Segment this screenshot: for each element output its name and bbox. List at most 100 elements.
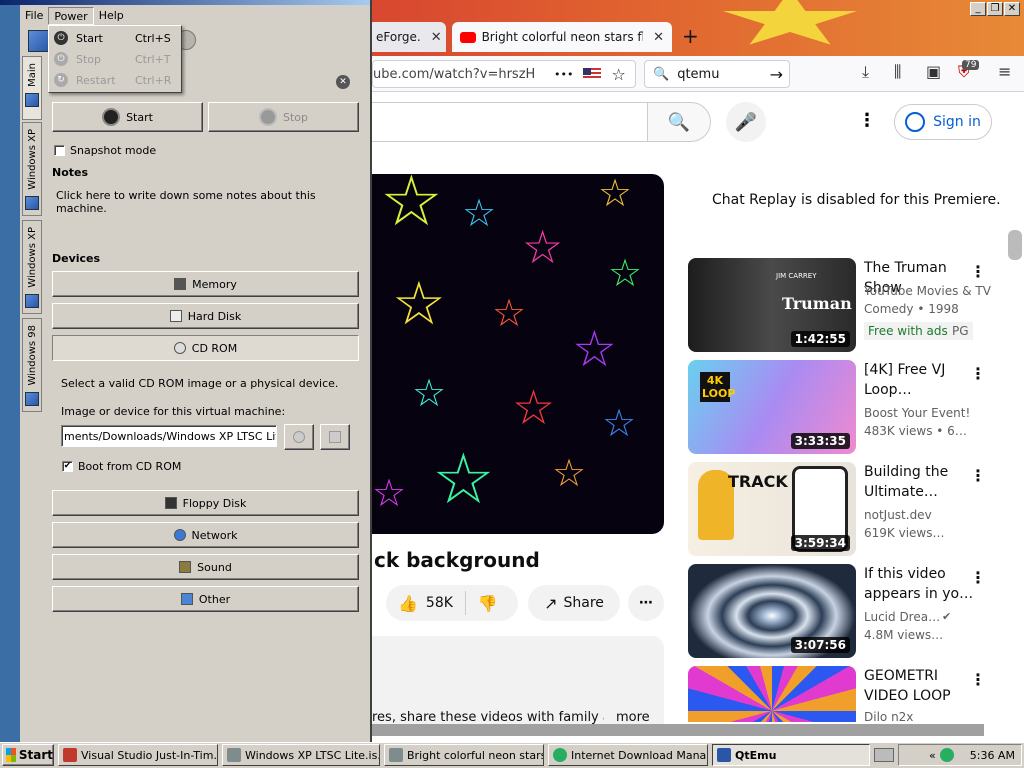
start-button[interactable]: Start [52,102,203,132]
recommendation-thumbnail[interactable]: 4K LOOP 3:33:35 [688,360,856,454]
tab-windows-98[interactable]: Windows 98 [22,318,42,412]
video-player[interactable]: ☆ ☆ ☆ ☆ ☆ ☆ ☆ ☆ ☆ ☆ ☆ ☆ ☆ ☆ [372,174,664,534]
close-window-button[interactable]: ✕ [1004,2,1020,16]
recommendation-title[interactable]: If this video appears in yo… [864,564,980,604]
help-menu[interactable]: Help [94,7,129,25]
tab-windows-xp[interactable]: Windows XP [22,122,42,216]
taskbar-item[interactable]: Bright colorful neon stars… [384,744,544,766]
boot-from-cd-checkbox[interactable]: ✔ Boot from CD ROM [62,460,181,473]
recommendation-title[interactable]: GEOMETRI VIDEO LOOP [864,666,980,706]
flag-icon [583,68,602,80]
tab-windows-xp-2[interactable]: Windows XP [22,220,42,314]
close-tab-icon[interactable]: ✕ [431,30,442,45]
notes-text[interactable]: Click here to write down some notes abou… [56,189,356,215]
power-menu[interactable]: Power [48,7,94,25]
network-tray-icon[interactable] [939,748,954,762]
app-icon [553,748,567,762]
recommendation-thumbnail[interactable] [688,666,856,722]
microphone-icon[interactable]: 🎤 [726,102,766,142]
app-icon [227,748,241,762]
sign-in-button[interactable]: Sign in [894,104,992,140]
computer-icon[interactable] [28,30,50,52]
like-count[interactable]: 58K [426,595,453,611]
more-actions-button[interactable]: ⋯ [628,585,664,621]
bookmark-star-icon[interactable]: ☆ [611,65,625,84]
close-tab-icon[interactable]: ✕ [336,75,350,89]
more-options-icon[interactable]: ⋮ [970,568,986,587]
stop-button[interactable]: Stop [208,102,359,132]
power-menu-restart[interactable]: ↻ Restart Ctrl+R [49,70,181,90]
cd-icon [293,431,305,443]
cd-path-input[interactable]: ments/Downloads/Windows XP LTSC Lite.iso [61,425,277,447]
checkbox-box[interactable] [54,145,65,156]
tab-main[interactable]: Main [22,56,42,120]
taskbar-item[interactable]: Internet Download Mana… [548,744,708,766]
memory-icon [174,278,187,290]
qtemu-title-bar[interactable] [0,0,370,5]
go-arrow-icon[interactable]: → [770,65,783,84]
cd-icon [173,342,186,354]
recommendation-thumbnail[interactable]: JIM CARREY Truman 1:42:55 [688,258,856,352]
taskbar-item[interactable]: Visual Studio Just-In-Tim… [58,744,218,766]
library-icon[interactable]: ⫼ [894,62,901,82]
browser-tab-active[interactable]: Bright colorful neon stars flying in ✕ [452,22,672,52]
recommendation-thumbnail[interactable]: 3:07:56 [688,564,856,658]
verified-icon: ✔ [942,610,952,623]
thumbs-up-icon[interactable]: 👍 [398,594,418,613]
hard-disk-button[interactable]: Hard Disk [52,303,359,329]
sidebar-icon[interactable]: ▣ [926,62,941,81]
page-scrollbar[interactable] [1008,230,1022,260]
share-button[interactable]: ↗ Share [528,585,620,621]
memory-button[interactable]: Memory [52,271,359,297]
new-tab-button[interactable]: + [682,24,699,48]
more-options-icon[interactable]: ⋮ [970,262,986,281]
checkbox-box[interactable]: ✔ [62,461,73,472]
more-link[interactable]: more [616,710,650,725]
tray-expand-icon[interactable]: « [929,749,936,762]
file-menu[interactable]: File [20,7,48,25]
windows-logo-icon [6,748,16,762]
network-button[interactable]: Network [52,522,359,548]
keyboard-icon[interactable] [874,748,894,762]
downloads-icon[interactable]: ⤓ [862,62,869,82]
more-options-icon[interactable]: ⋮ [858,110,876,131]
youtube-search-button[interactable]: 🔍 [647,102,711,142]
cd-rom-button[interactable]: CD ROM [52,335,359,361]
browser-tab[interactable]: eForge. ✕ [368,22,446,52]
machine-tabs: Main Windows XP Windows XP Windows 98 [22,56,44,736]
flag-star-decoration [722,0,858,45]
recommendation-title[interactable]: Building the Ultimate… [864,462,980,502]
snapshot-mode-checkbox[interactable]: Snapshot mode [54,144,156,157]
start-menu-button[interactable]: Start [2,744,54,766]
minimize-button[interactable]: _ [970,2,986,16]
menu-icon[interactable]: ≡ [998,62,1011,81]
recommendation-title[interactable]: [4K] Free VJ Loop… [864,360,980,400]
horizontal-scrollbar[interactable] [372,724,984,736]
power-menu-stop[interactable]: ⏻ Stop Ctrl+T [49,49,181,69]
maximize-button[interactable]: ❐ [987,2,1003,16]
recommendation-channel: Dilo n2x [864,710,914,722]
recommendation-thumbnail[interactable]: TRACK 3:59:34 [688,462,856,556]
close-tab-icon[interactable]: ✕ [653,30,664,45]
sound-button[interactable]: Sound [52,554,359,580]
desktop-strip [0,5,20,742]
url-bar[interactable]: ube.com/watch?v=hrszH ••• ☆ [372,60,636,88]
more-options-icon[interactable]: ⋮ [970,466,986,485]
youtube-search-box[interactable] [372,102,648,142]
star-icon: ☆ [392,269,446,339]
reload-device-button[interactable] [320,424,350,450]
taskbar-item-active[interactable]: QtEmu [712,744,870,766]
taskbar-item[interactable]: Windows XP LTSC Lite.is… [222,744,380,766]
other-button[interactable]: Other [52,586,359,612]
star-icon: ☆ [522,220,564,274]
more-options-icon[interactable]: ⋮ [970,364,986,383]
power-menu-start[interactable]: ⏻ Start Ctrl+S [49,28,181,48]
more-options-icon[interactable]: ⋮ [970,670,986,689]
star-icon: ☆ [512,380,556,436]
thumbs-down-icon[interactable]: 👎 [478,594,498,613]
recommendation-channel: Lucid Drea… [864,610,941,624]
page-actions-icon[interactable]: ••• [554,68,573,81]
search-input[interactable]: 🔍 qtemu → [644,60,790,88]
floppy-disk-button[interactable]: Floppy Disk [52,490,359,516]
browse-image-button[interactable] [284,424,314,450]
